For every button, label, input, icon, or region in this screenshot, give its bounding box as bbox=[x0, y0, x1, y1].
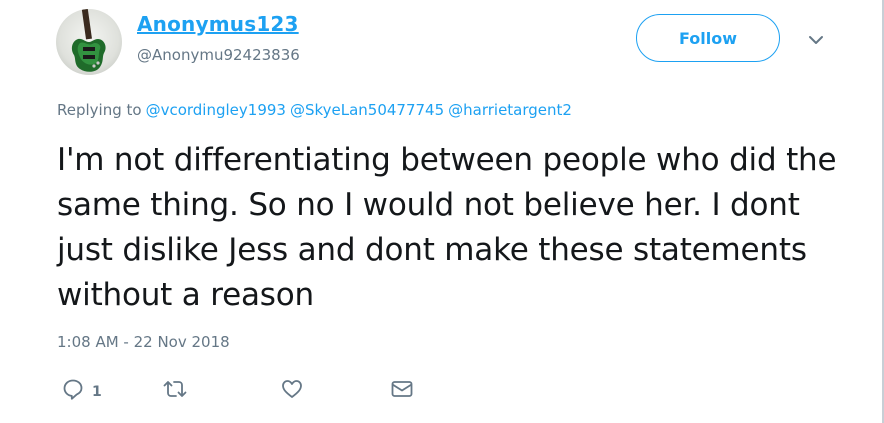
tweet-card: Anonymus123 @Anonymu92423836 Follow Repl… bbox=[0, 0, 884, 423]
mention-link[interactable]: @vcordingley1993 bbox=[146, 101, 286, 119]
tweet-timestamp[interactable]: 1:08 AM - 22 Nov 2018 bbox=[57, 333, 230, 351]
user-display-name[interactable]: Anonymus123 bbox=[137, 12, 299, 36]
reply-icon bbox=[62, 378, 84, 400]
envelope-icon bbox=[390, 378, 414, 400]
avatar[interactable] bbox=[56, 9, 122, 75]
heart-icon bbox=[281, 378, 303, 400]
retweet-icon bbox=[163, 378, 187, 400]
tweet-text: I'm not differentiating between people w… bbox=[57, 142, 837, 313]
retweet-button[interactable] bbox=[163, 376, 187, 402]
chevron-down-icon[interactable] bbox=[806, 30, 826, 50]
replying-to-label: Replying to bbox=[57, 101, 142, 119]
reply-count: 1 bbox=[92, 384, 102, 400]
tweet-actions: 1 bbox=[0, 372, 884, 408]
direct-message-button[interactable] bbox=[390, 376, 414, 402]
guitar-avatar-icon bbox=[71, 9, 106, 72]
reply-button[interactable]: 1 bbox=[62, 376, 102, 402]
mention-link[interactable]: @SkyeLan50477745 bbox=[290, 101, 444, 119]
replying-to-line: Replying to @vcordingley1993 @SkyeLan50477… bbox=[57, 101, 572, 119]
like-button[interactable] bbox=[281, 376, 303, 402]
follow-button[interactable]: Follow bbox=[636, 14, 780, 62]
user-handle[interactable]: @Anonymu92423836 bbox=[137, 46, 300, 64]
mention-link[interactable]: @harrietargent2 bbox=[448, 101, 572, 119]
